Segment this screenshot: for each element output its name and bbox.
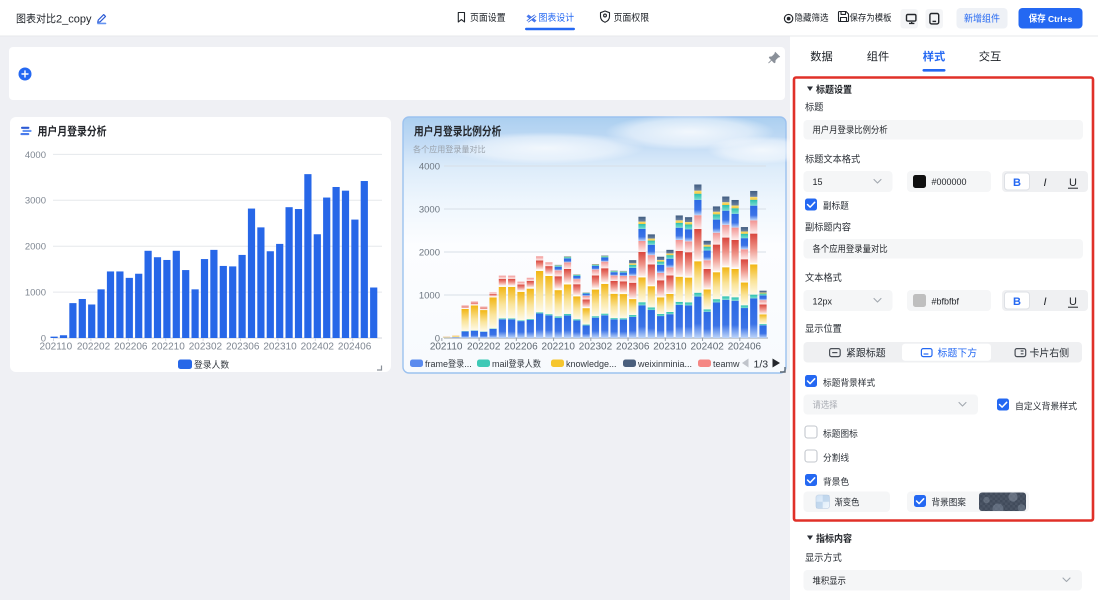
svg-text:202206: 202206 xyxy=(504,342,538,353)
svg-text:1000: 1000 xyxy=(419,290,440,301)
svg-text:U: U xyxy=(1069,296,1077,308)
svg-text:U: U xyxy=(1069,177,1077,189)
svg-text:12px: 12px xyxy=(813,297,833,307)
svg-text:1/3: 1/3 xyxy=(754,359,769,371)
svg-text:I: I xyxy=(1043,296,1046,308)
svg-text:#bfbfbf: #bfbfbf xyxy=(932,297,960,307)
svg-text:202306: 202306 xyxy=(616,342,650,353)
svg-text:202110: 202110 xyxy=(40,342,73,353)
svg-text:2000: 2000 xyxy=(25,242,46,253)
svg-text:1000: 1000 xyxy=(25,288,46,299)
svg-text:4000: 4000 xyxy=(419,161,440,172)
svg-text:202310: 202310 xyxy=(653,342,687,353)
svg-text:4000: 4000 xyxy=(25,150,46,161)
svg-text:frame: frame xyxy=(425,359,448,369)
svg-text:202202: 202202 xyxy=(77,342,111,353)
svg-text:Ctrl+s: Ctrl+s xyxy=(1046,14,1073,24)
svg-text:202210: 202210 xyxy=(542,342,576,353)
svg-text:weixinminia...: weixinminia... xyxy=(637,359,692,369)
svg-text:B: B xyxy=(1013,296,1021,308)
svg-text:3000: 3000 xyxy=(419,204,440,215)
svg-text:...: ... xyxy=(464,359,472,369)
svg-text:15: 15 xyxy=(813,177,823,187)
svg-text:#000000: #000000 xyxy=(932,177,967,187)
svg-text:knowledge...: knowledge... xyxy=(566,359,617,369)
svg-text:2_copy: 2_copy xyxy=(56,14,92,26)
svg-text:202306: 202306 xyxy=(226,342,260,353)
svg-text:202402: 202402 xyxy=(691,342,725,353)
svg-text:202110: 202110 xyxy=(430,342,463,353)
svg-text:I: I xyxy=(1043,177,1046,189)
svg-text:202310: 202310 xyxy=(263,342,297,353)
svg-text:2000: 2000 xyxy=(419,247,440,258)
svg-text:202210: 202210 xyxy=(151,342,185,353)
svg-text:202406: 202406 xyxy=(728,342,762,353)
svg-text:202402: 202402 xyxy=(301,342,335,353)
svg-text:202406: 202406 xyxy=(338,342,372,353)
svg-text:3000: 3000 xyxy=(25,196,46,207)
svg-text:202206: 202206 xyxy=(114,342,148,353)
svg-text:202302: 202302 xyxy=(189,342,223,353)
svg-text:B: B xyxy=(1013,177,1021,189)
svg-text:teamw: teamw xyxy=(713,359,740,369)
svg-text:mail: mail xyxy=(492,359,509,369)
svg-text:202202: 202202 xyxy=(467,342,501,353)
svg-text:202302: 202302 xyxy=(579,342,613,353)
